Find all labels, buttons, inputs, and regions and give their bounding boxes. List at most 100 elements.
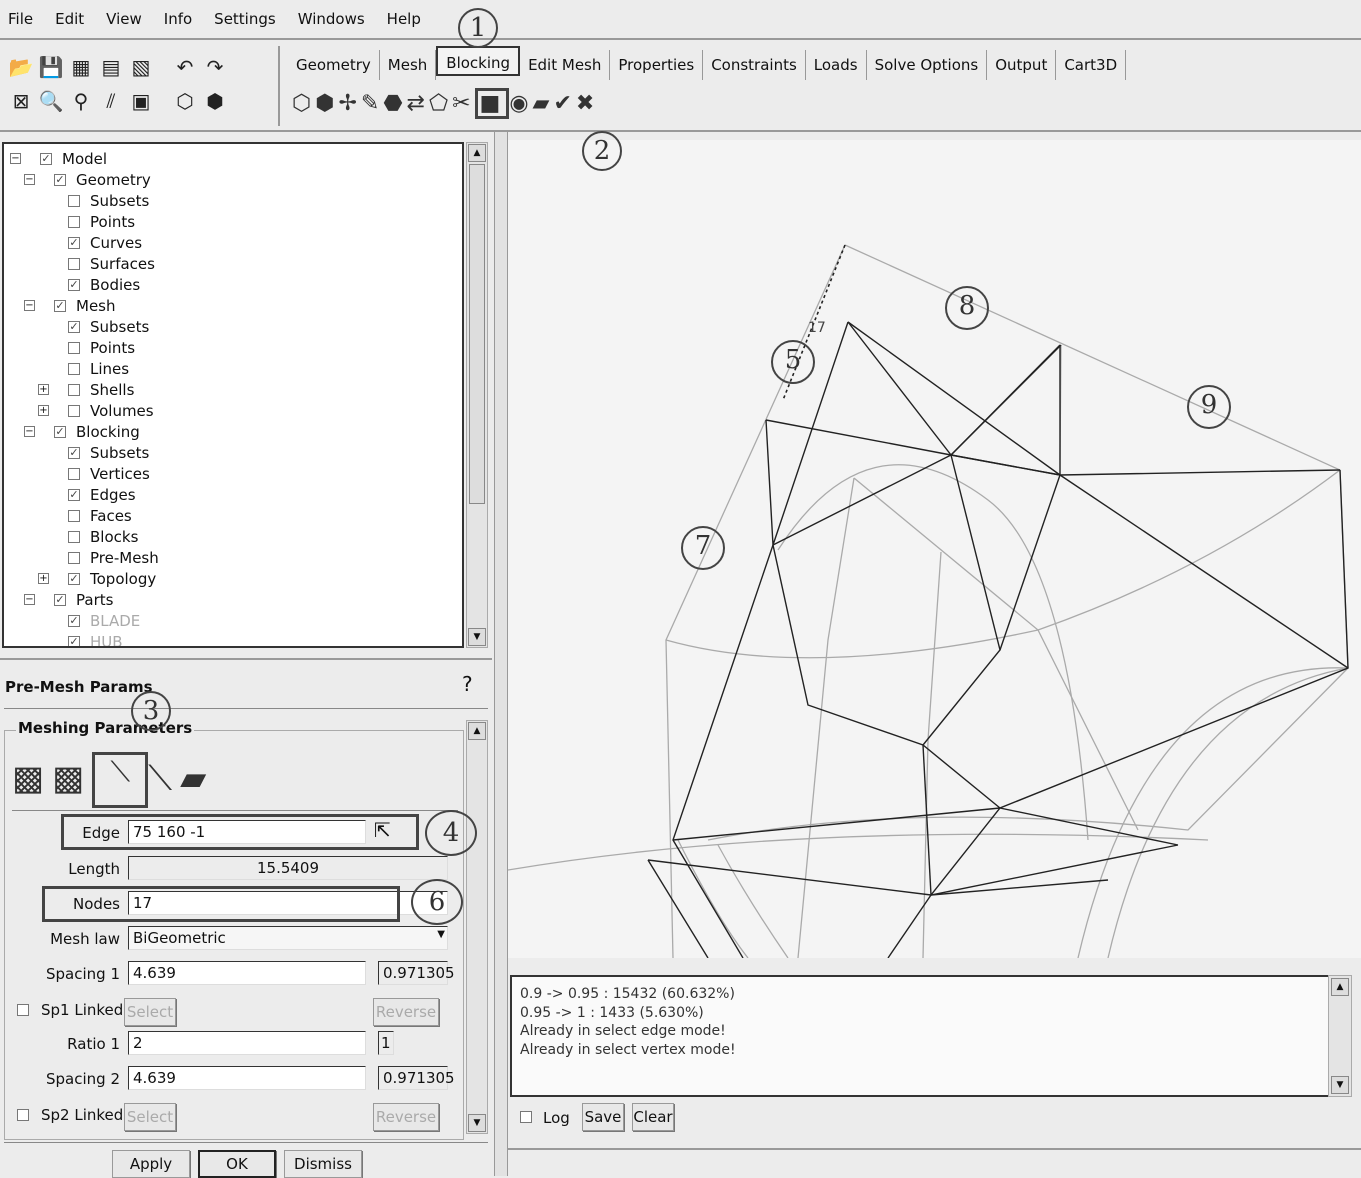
menu-edit[interactable]: Edit <box>55 10 84 28</box>
visibility-checkbox[interactable]: ✓ <box>68 489 80 501</box>
sp2-select-button[interactable]: Select <box>124 1103 176 1131</box>
delete-block-icon[interactable]: ✖ <box>576 91 598 116</box>
help-icon[interactable]: ? <box>462 672 473 696</box>
visibility-checkbox[interactable] <box>68 510 80 522</box>
tree-item-parts[interactable]: ✓ Parts <box>54 590 113 610</box>
import-geometry-icon[interactable]: ▦ <box>66 52 96 82</box>
expand-icon[interactable]: + <box>38 405 49 416</box>
visibility-checkbox[interactable]: ✓ <box>68 636 80 646</box>
visibility-checkbox[interactable]: ✓ <box>54 594 66 606</box>
measure-icon[interactable]: ⚲ <box>66 86 96 116</box>
dismiss-button[interactable]: Dismiss <box>284 1150 362 1178</box>
pre-mesh-smooth-icon[interactable]: ◉ <box>509 91 532 116</box>
tree-item-points[interactable]: Points <box>68 212 135 232</box>
redo-icon[interactable]: ↷ <box>200 52 230 82</box>
fit-window-icon[interactable]: ⊠ <box>6 86 36 116</box>
visibility-checkbox[interactable]: ✓ <box>54 174 66 186</box>
tab-constraints[interactable]: Constraints <box>703 50 806 80</box>
sp1-reverse-button[interactable]: Reverse <box>373 998 439 1026</box>
tab-output[interactable]: Output <box>987 50 1057 80</box>
tree-scrollbar[interactable]: ▲ ▼ <box>466 142 488 648</box>
menu-info[interactable]: Info <box>164 10 192 28</box>
tree-item-bodies[interactable]: ✓ Bodies <box>68 275 140 295</box>
collapse-icon[interactable]: − <box>24 174 35 185</box>
visibility-checkbox[interactable] <box>68 384 80 396</box>
log-checkbox[interactable] <box>520 1111 532 1123</box>
visibility-checkbox[interactable]: ✓ <box>54 426 66 438</box>
menu-view[interactable]: View <box>106 10 142 28</box>
tree-item-blocks[interactable]: Blocks <box>68 527 138 547</box>
tree-item-subsets[interactable]: Subsets <box>68 191 149 211</box>
block-params-icon[interactable]: ▩ <box>52 759 92 799</box>
collapse-icon[interactable]: − <box>24 594 35 605</box>
tab-geometry[interactable]: Geometry <box>288 50 380 80</box>
expand-icon[interactable]: + <box>38 384 49 395</box>
tree-item-topology[interactable]: ✓ Topology <box>68 569 156 589</box>
scroll-down-icon[interactable]: ▼ <box>468 1114 486 1132</box>
apply-button[interactable]: Apply <box>112 1150 190 1178</box>
tree-item-lines[interactable]: Lines <box>68 359 129 379</box>
edit-edge-icon[interactable]: ✂ <box>452 91 474 116</box>
tree-item-mesh[interactable]: ✓ Mesh <box>54 296 116 316</box>
sp2-linked-checkbox[interactable] <box>17 1109 29 1121</box>
tree-item-subsets[interactable]: ✓ Subsets <box>68 443 149 463</box>
chevron-down-icon[interactable]: ▼ <box>437 929 445 940</box>
visibility-checkbox[interactable] <box>68 405 80 417</box>
associate-icon[interactable]: ⬣ <box>383 91 406 116</box>
visibility-checkbox[interactable] <box>68 363 80 375</box>
visibility-checkbox[interactable] <box>68 216 80 228</box>
sp2-reverse-button[interactable]: Reverse <box>373 1103 439 1131</box>
scroll-up-icon[interactable]: ▲ <box>468 722 486 740</box>
save-log-button[interactable]: Save <box>582 1103 624 1131</box>
tree-item-blade[interactable]: ✓ BLADE <box>68 611 140 631</box>
visibility-checkbox[interactable]: ✓ <box>68 447 80 459</box>
tree-item-surfaces[interactable]: Surfaces <box>68 254 155 274</box>
export-icon[interactable]: ▧ <box>126 52 156 82</box>
match-edges-icon[interactable]: ⟍ <box>148 759 180 799</box>
scan-planes-icon[interactable]: ▩ <box>12 759 52 799</box>
menu-settings[interactable]: Settings <box>214 10 276 28</box>
sp1-select-button[interactable]: Select <box>124 998 176 1026</box>
tab-properties[interactable]: Properties <box>610 50 704 80</box>
expand-icon[interactable]: + <box>38 573 49 584</box>
clear-log-button[interactable]: Clear <box>632 1103 674 1131</box>
scroll-down-icon[interactable]: ▼ <box>1331 1076 1349 1094</box>
visibility-checkbox[interactable]: ✓ <box>40 153 52 165</box>
visibility-checkbox[interactable]: ✓ <box>68 615 80 627</box>
ratio1-field[interactable]: 2 <box>128 1031 366 1055</box>
pre-mesh-params-icon[interactable]: ■ <box>474 88 510 119</box>
tree-item-blocking[interactable]: ✓ Blocking <box>54 422 140 442</box>
mesh-law-select[interactable]: BiGeometric ▼ <box>128 926 448 950</box>
visibility-checkbox[interactable]: ✓ <box>68 279 80 291</box>
tab-mesh[interactable]: Mesh <box>380 50 437 80</box>
sp1-linked-checkbox[interactable] <box>17 1004 29 1016</box>
console-scrollbar[interactable]: ▲ ▼ <box>1328 975 1352 1097</box>
collapse-icon[interactable]: − <box>24 426 35 437</box>
tree-item-subsets[interactable]: ✓ Subsets <box>68 317 149 337</box>
visibility-checkbox[interactable] <box>68 468 80 480</box>
visibility-checkbox[interactable]: ✓ <box>68 237 80 249</box>
tab-cart3d[interactable]: Cart3D <box>1056 50 1127 80</box>
visibility-checkbox[interactable]: ✓ <box>54 300 66 312</box>
move-vertex-icon[interactable]: ⇄ <box>407 91 429 116</box>
visibility-checkbox[interactable] <box>68 342 80 354</box>
visibility-checkbox[interactable] <box>68 531 80 543</box>
tree-item-edges[interactable]: ✓ Edges <box>68 485 136 505</box>
zoom-icon[interactable]: 🔍 <box>36 86 66 116</box>
split-block-icon[interactable]: ⬢ <box>315 91 338 116</box>
visibility-checkbox[interactable] <box>68 552 80 564</box>
menu-file[interactable]: File <box>8 10 33 28</box>
scroll-down-icon[interactable]: ▼ <box>468 628 486 646</box>
distance-icon[interactable]: ⫽ <box>96 86 126 116</box>
open-icon[interactable]: 📂 <box>6 52 36 82</box>
tree-item-shells[interactable]: Shells <box>68 380 134 400</box>
visibility-checkbox[interactable] <box>68 258 80 270</box>
tab-edit-mesh[interactable]: Edit Mesh <box>520 50 611 80</box>
spacing1-field[interactable]: 4.639 <box>128 961 366 985</box>
visibility-checkbox[interactable]: ✓ <box>68 573 80 585</box>
tree-item-pre-mesh[interactable]: Pre-Mesh <box>68 548 159 568</box>
merge-vertices-icon[interactable]: ✢ <box>338 91 360 116</box>
tree-item-curves[interactable]: ✓ Curves <box>68 233 142 253</box>
transform-icon[interactable]: ⬠ <box>429 91 452 116</box>
tab-solve-options[interactable]: Solve Options <box>867 50 988 80</box>
